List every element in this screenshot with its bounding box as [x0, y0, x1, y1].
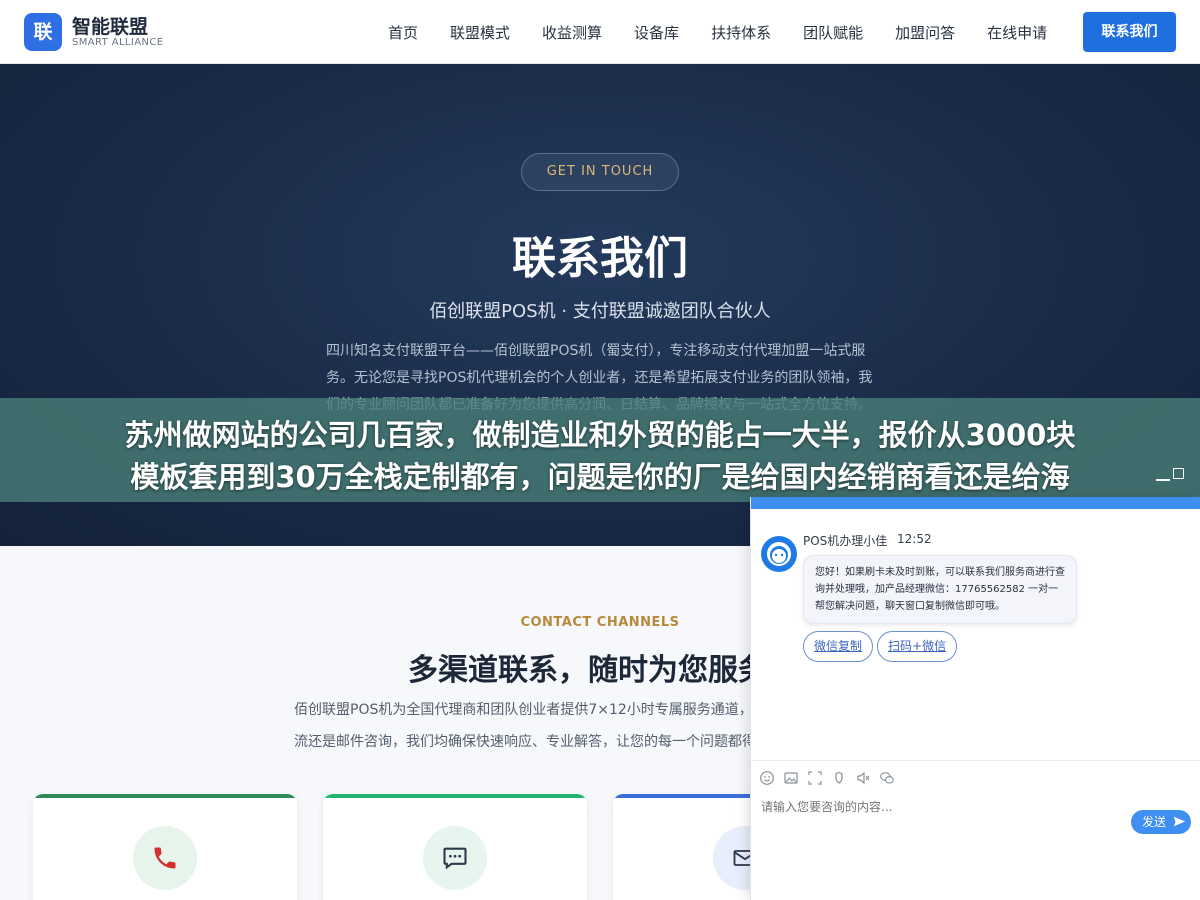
logo-title[interactable]: 智能联盟 [72, 12, 148, 39]
nav-item-alliance-model[interactable]: 联盟模式 [450, 22, 510, 43]
send-arrow-icon [1173, 816, 1186, 827]
nav-item-earnings-calc[interactable]: 收益测算 [542, 22, 602, 43]
chat-bubble-icon [423, 826, 487, 890]
send-button[interactable]: 发送 [1131, 810, 1191, 834]
nav-item-device-library[interactable]: 设备库 [634, 22, 679, 43]
nav-item-apply-online[interactable]: 在线申请 [987, 22, 1047, 43]
chat-divider [751, 760, 1200, 761]
page-title: 联系我们 [512, 233, 688, 284]
agent-message: 您好！如果刷卡未及时到账，可以联系我们服务商进行查询并处理哦，加产品经理微信：1… [803, 555, 1077, 624]
chat-message-input[interactable] [761, 800, 1121, 814]
banner-line-2: 模板套用到30万全栈定制都有，问题是你的厂是给国内经销商看还是给海 [130, 460, 1070, 494]
emoji-icon[interactable] [759, 770, 775, 786]
nav-item-support-system[interactable]: 扶持体系 [711, 22, 771, 43]
maximize-icon[interactable] [1173, 468, 1184, 479]
voice-icon[interactable] [855, 770, 871, 786]
main-nav: 首页 联盟模式 收益测算 设备库 扶持体系 团队赋能 加盟问答 在线申请 [388, 0, 1047, 64]
wechat-icon[interactable] [879, 770, 895, 786]
nav-item-home[interactable]: 首页 [388, 22, 418, 43]
card-accent-bar [33, 794, 297, 798]
hero-subtitle: 佰创联盟POS机 · 支付联盟诚邀团队合伙人 [429, 301, 771, 322]
quick-replies: 微信复制 扫码+微信 [803, 631, 961, 662]
image-icon[interactable] [783, 770, 799, 786]
channel-card-chat[interactable] [323, 794, 587, 900]
rate-icon[interactable] [831, 770, 847, 786]
send-label: 发送 [1142, 815, 1167, 829]
phone-icon [133, 826, 197, 890]
nav-item-team-enablement[interactable]: 团队赋能 [803, 22, 863, 43]
logo-mark[interactable]: 联 [24, 13, 62, 51]
screenshot-icon[interactable] [807, 770, 823, 786]
contact-us-button[interactable]: 联系我们 [1083, 12, 1176, 52]
quick-reply-scan-wechat[interactable]: 扫码+微信 [877, 631, 958, 662]
channels-title: 多渠道联系，随时为您服务 [408, 653, 768, 688]
logo-subtitle: SMART ALLIANCE [72, 37, 164, 48]
overlay-banner: 苏州做网站的公司几百家，做制造业和外贸的能占一大半，报价从3000块 模板套用到… [0, 398, 1200, 502]
minimize-icon[interactable] [1156, 479, 1170, 481]
nav-item-faq[interactable]: 加盟问答 [895, 22, 955, 43]
agent-name: POS机办理小佳 [803, 534, 888, 548]
banner-line-1: 苏州做网站的公司几百家，做制造业和外贸的能占一大半，报价从3000块 [124, 418, 1076, 452]
site-header: 联 智能联盟 SMART ALLIANCE 首页 联盟模式 收益测算 设备库 扶… [0, 0, 1200, 64]
hero-badge: GET IN TOUCH [521, 153, 679, 191]
channel-card-phone[interactable] [33, 794, 297, 900]
agent-avatar [761, 536, 797, 572]
quick-reply-copy-wechat[interactable]: 微信复制 [803, 631, 874, 662]
message-time: 12:52 [897, 532, 932, 546]
chat-widget: POS机办理小佳 12:52 您好！如果刷卡未及时到账，可以联系我们服务商进行查… [750, 468, 1200, 900]
chat-toolbar [759, 770, 903, 786]
card-accent-bar [323, 794, 587, 798]
chat-header-bar [751, 497, 1200, 509]
